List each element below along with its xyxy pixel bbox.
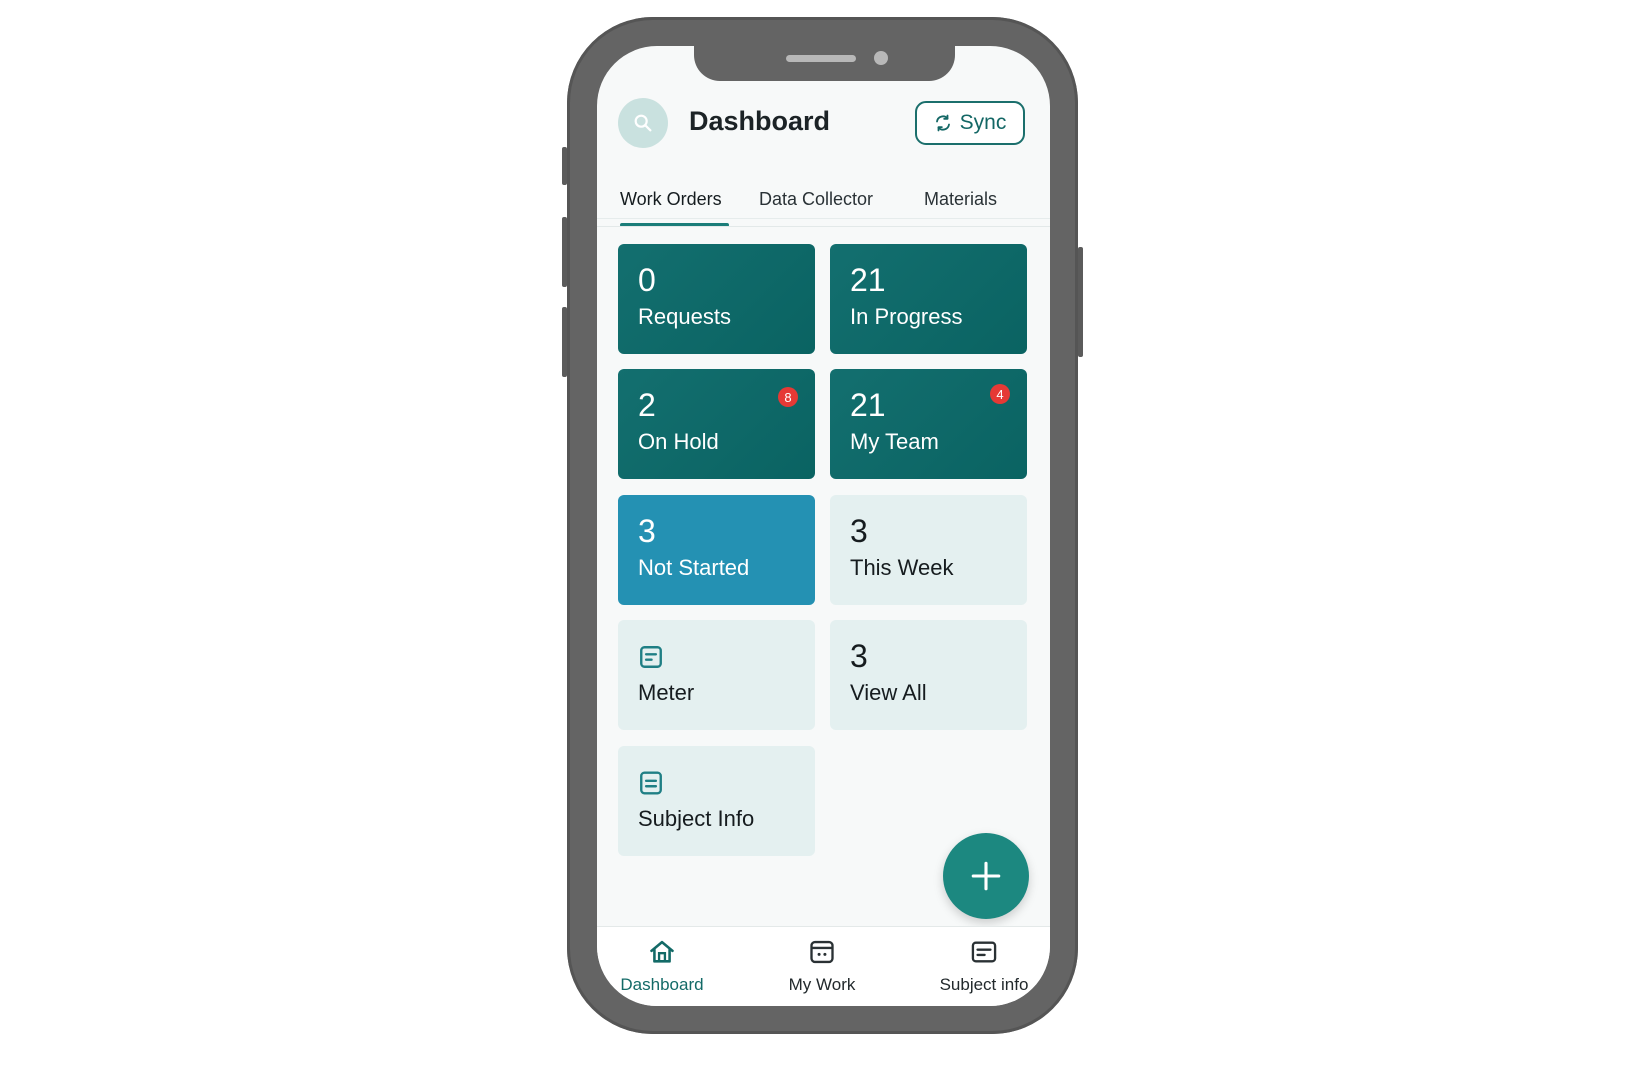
app-header: Dashboard Sync <box>597 98 1050 219</box>
sync-button[interactable]: Sync <box>915 101 1025 145</box>
nav-label: My Work <box>788 975 856 994</box>
refresh-icon <box>935 114 950 132</box>
tile-not-started[interactable]: 3 Not Started <box>618 495 815 605</box>
tile-count: 2 <box>638 387 656 423</box>
tile-label: My Team <box>850 429 939 454</box>
tile-label: Meter <box>638 680 695 705</box>
nav-subject-info[interactable]: Subject info <box>919 937 1049 995</box>
phone-power-button <box>1078 247 1083 357</box>
phone-frame: Dashboard Sync Work Orders Data Collecto… <box>562 17 1083 1034</box>
tile-label: Subject Info <box>638 806 755 831</box>
notification-badge: 8 <box>778 387 798 407</box>
tile-label: This Week <box>850 555 954 580</box>
calendar-icon <box>810 940 834 964</box>
bottom-nav: Dashboard My Work Subject info <box>597 926 1050 1006</box>
tab-bar: Work Orders Data Collector Materials <box>597 168 1050 227</box>
notification-badge: 4 <box>990 384 1010 404</box>
tile-label: On Hold <box>638 429 719 454</box>
phone-screen: Dashboard Sync Work Orders Data Collecto… <box>597 46 1050 1006</box>
add-button[interactable] <box>943 833 1029 919</box>
tile-meter[interactable]: Meter <box>618 620 815 730</box>
search-icon <box>634 114 652 132</box>
tab-data-collector[interactable]: Data Collector <box>759 189 873 210</box>
home-icon <box>650 940 674 963</box>
nav-dashboard[interactable]: Dashboard <box>597 937 727 995</box>
sync-label: Sync <box>959 111 1007 134</box>
tile-label: Requests <box>638 304 731 329</box>
tile-label: Not Started <box>638 555 750 580</box>
search-button[interactable] <box>618 98 668 148</box>
form-icon <box>640 646 662 668</box>
form-icon-wrap <box>638 638 795 674</box>
nav-label: Subject info <box>939 975 1029 994</box>
tile-label: In Progress <box>850 304 963 329</box>
page-title: Dashboard <box>689 106 831 136</box>
tabs-divider <box>597 226 1050 227</box>
tab-materials[interactable]: Materials <box>924 189 997 210</box>
nav-label: Dashboard <box>620 975 704 994</box>
nav-my-work[interactable]: My Work <box>757 937 887 995</box>
home-icon-wrap <box>597 937 727 967</box>
plus-icon <box>971 861 1001 891</box>
tile-this-week[interactable]: 3 This Week <box>830 495 1027 605</box>
tile-view-all[interactable]: 3 View All <box>830 620 1027 730</box>
document-icon <box>640 771 662 795</box>
tile-requests[interactable]: 0 Requests <box>618 244 815 354</box>
tile-count: 3 <box>850 638 868 674</box>
subject-card-icon-wrap <box>919 937 1049 967</box>
tile-on-hold[interactable]: 2 On Hold 8 <box>618 369 815 479</box>
tile-count: 21 <box>850 262 886 298</box>
tile-count: 0 <box>638 262 656 298</box>
tile-count: 3 <box>638 513 656 549</box>
tile-count: 21 <box>850 387 886 423</box>
phone-silent-switch <box>562 147 567 185</box>
tile-subject-info[interactable]: Subject Info <box>618 746 815 856</box>
phone-notch <box>694 46 955 81</box>
document-icon-wrap <box>638 764 795 800</box>
notch-speaker <box>786 55 856 62</box>
phone-volume-down-button <box>562 307 567 377</box>
tile-in-progress[interactable]: 21 In Progress <box>830 244 1027 354</box>
tile-my-team[interactable]: 21 My Team 4 <box>830 369 1027 479</box>
phone-volume-up-button <box>562 217 567 287</box>
tab-work-orders[interactable]: Work Orders <box>620 189 722 210</box>
subject-card-icon <box>971 941 997 963</box>
notch-camera <box>874 51 888 65</box>
tile-count: 3 <box>850 513 868 549</box>
tile-label: View All <box>850 680 927 705</box>
calendar-icon-wrap <box>757 937 887 967</box>
